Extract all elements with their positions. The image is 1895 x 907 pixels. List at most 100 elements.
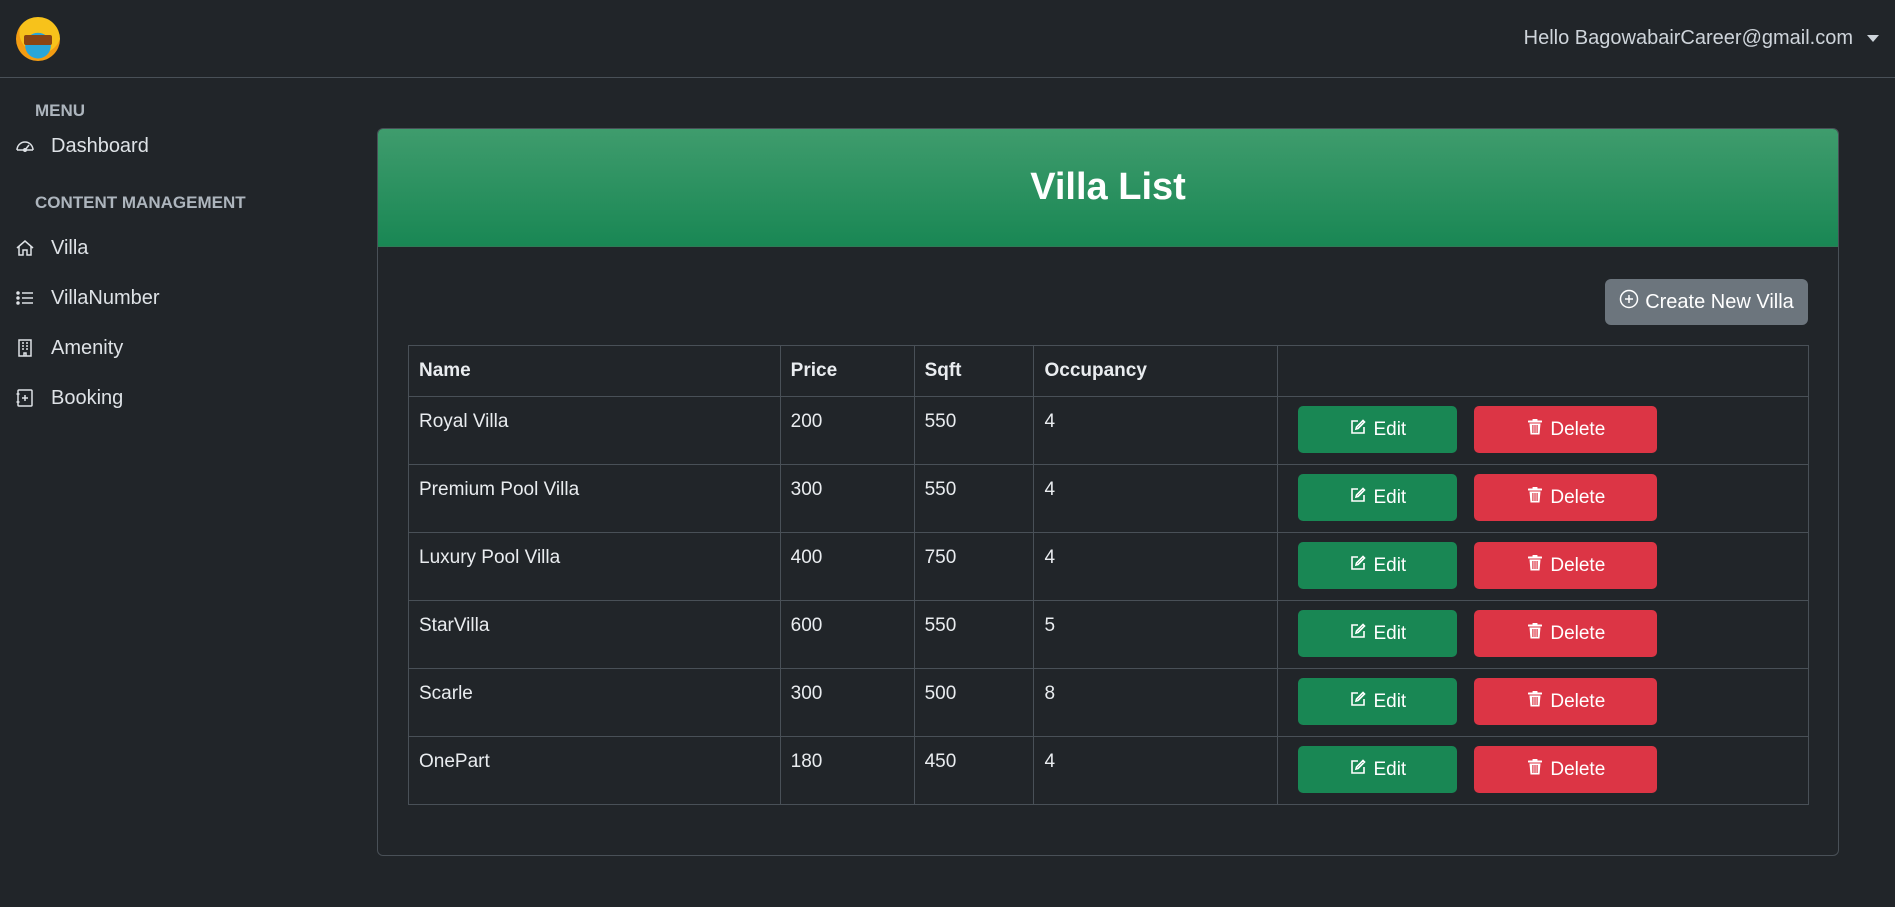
card-header: Villa List bbox=[378, 129, 1838, 247]
delete-button[interactable]: Delete bbox=[1474, 678, 1658, 725]
plus-circle-icon bbox=[1619, 289, 1639, 315]
delete-button[interactable]: Delete bbox=[1474, 746, 1658, 793]
edit-button[interactable]: Edit bbox=[1298, 610, 1458, 657]
villa-sqft-cell: 450 bbox=[913, 736, 1035, 805]
villa-sqft-cell: 550 bbox=[913, 464, 1035, 533]
row-actions-cell: Edit Delete bbox=[1277, 532, 1809, 601]
villa-occupancy-cell: 4 bbox=[1033, 464, 1279, 533]
edit-label: Edit bbox=[1373, 690, 1407, 712]
content-management-title: CONTENT MANAGEMENT bbox=[35, 193, 246, 212]
sidebar: MENU Dashboard CONTENT MANAGEMENT Villa … bbox=[0, 79, 340, 423]
villa-sqft-cell: 500 bbox=[913, 668, 1035, 737]
edit-label: Edit bbox=[1373, 486, 1407, 508]
speedometer-icon bbox=[15, 136, 35, 156]
villa-occupancy-cell: 5 bbox=[1033, 600, 1279, 669]
villa-sqft-cell: 750 bbox=[913, 532, 1035, 601]
column-header-price: Price bbox=[779, 345, 915, 397]
trash-icon bbox=[1526, 418, 1544, 442]
pencil-square-icon bbox=[1349, 418, 1367, 442]
page-title: Villa List bbox=[1030, 166, 1186, 208]
table-row: StarVilla 600 550 5 Edit Delete bbox=[408, 600, 1809, 669]
edit-label: Edit bbox=[1373, 554, 1407, 576]
user-dropdown[interactable]: Hello BagowabairCareer@gmail.com bbox=[1524, 27, 1879, 50]
villa-name-cell: Premium Pool Villa bbox=[408, 464, 781, 533]
table-body: Royal Villa 200 550 4 Edit Delete Premiu… bbox=[408, 396, 1809, 805]
table-row: OnePart 180 450 4 Edit Delete bbox=[408, 736, 1809, 805]
table-header-row: Name Price Sqft Occupancy bbox=[408, 345, 1809, 397]
pencil-square-icon bbox=[1349, 554, 1367, 578]
create-new-villa-button[interactable]: Create New Villa bbox=[1605, 279, 1808, 325]
top-navbar: Hello BagowabairCareer@gmail.com bbox=[0, 0, 1895, 78]
table-row: Scarle 300 500 8 Edit Delete bbox=[408, 668, 1809, 737]
list-icon bbox=[15, 288, 35, 308]
villa-price-cell: 400 bbox=[779, 532, 915, 601]
edit-label: Edit bbox=[1373, 758, 1407, 780]
row-actions-cell: Edit Delete bbox=[1277, 668, 1809, 737]
trash-icon bbox=[1526, 622, 1544, 646]
delete-label: Delete bbox=[1550, 690, 1606, 712]
delete-label: Delete bbox=[1550, 554, 1606, 576]
villa-price-cell: 300 bbox=[779, 668, 915, 737]
sidebar-item-label: Amenity bbox=[51, 336, 124, 359]
pencil-square-icon bbox=[1349, 758, 1367, 782]
trash-icon bbox=[1526, 554, 1544, 578]
brand-logo[interactable] bbox=[16, 16, 60, 61]
column-header-sqft: Sqft bbox=[913, 345, 1035, 397]
villa-occupancy-cell: 4 bbox=[1033, 396, 1279, 465]
column-header-name: Name bbox=[408, 345, 781, 397]
sidebar-item-booking[interactable]: Booking bbox=[0, 373, 340, 423]
pencil-square-icon bbox=[1349, 690, 1367, 714]
pencil-square-icon bbox=[1349, 486, 1367, 510]
villa-price-cell: 180 bbox=[779, 736, 915, 805]
edit-button[interactable]: Edit bbox=[1298, 406, 1458, 453]
sidebar-item-label: Booking bbox=[51, 386, 124, 409]
create-button-label: Create New Villa bbox=[1645, 290, 1794, 313]
delete-button[interactable]: Delete bbox=[1474, 474, 1658, 521]
sidebar-item-dashboard[interactable]: Dashboard bbox=[0, 121, 340, 171]
edit-button[interactable]: Edit bbox=[1298, 746, 1458, 793]
sidebar-item-label: VillaNumber bbox=[51, 286, 160, 309]
row-actions-cell: Edit Delete bbox=[1277, 464, 1809, 533]
villa-name-cell: Scarle bbox=[408, 668, 781, 737]
chevron-down-icon[interactable] bbox=[1867, 35, 1879, 42]
delete-button[interactable]: Delete bbox=[1474, 610, 1658, 657]
delete-label: Delete bbox=[1550, 418, 1606, 440]
user-greeting[interactable]: Hello BagowabairCareer@gmail.com bbox=[1524, 27, 1853, 50]
sidebar-item-label: Villa bbox=[51, 236, 89, 259]
delete-button[interactable]: Delete bbox=[1474, 406, 1658, 453]
delete-label: Delete bbox=[1550, 486, 1606, 508]
villa-price-cell: 600 bbox=[779, 600, 915, 669]
table-row: Royal Villa 200 550 4 Edit Delete bbox=[408, 396, 1809, 465]
trash-icon bbox=[1526, 758, 1544, 782]
villa-sqft-cell: 550 bbox=[913, 600, 1035, 669]
edit-button[interactable]: Edit bbox=[1298, 474, 1458, 521]
villa-occupancy-cell: 4 bbox=[1033, 532, 1279, 601]
villa-name-cell: Royal Villa bbox=[408, 396, 781, 465]
column-header-actions bbox=[1277, 345, 1809, 397]
sidebar-item-villanumber[interactable]: VillaNumber bbox=[0, 273, 340, 323]
trash-icon bbox=[1526, 486, 1544, 510]
delete-button[interactable]: Delete bbox=[1474, 542, 1658, 589]
delete-label: Delete bbox=[1550, 758, 1606, 780]
house-icon bbox=[15, 238, 35, 258]
villa-price-cell: 300 bbox=[779, 464, 915, 533]
sidebar-item-villa[interactable]: Villa bbox=[0, 223, 340, 273]
pencil-square-icon bbox=[1349, 622, 1367, 646]
villa-occupancy-cell: 8 bbox=[1033, 668, 1279, 737]
villa-sqft-cell: 550 bbox=[913, 396, 1035, 465]
delete-label: Delete bbox=[1550, 622, 1606, 644]
edit-label: Edit bbox=[1373, 418, 1407, 440]
villa-price-cell: 200 bbox=[779, 396, 915, 465]
table-row: Premium Pool Villa 300 550 4 Edit Delete bbox=[408, 464, 1809, 533]
sidebar-item-label: Dashboard bbox=[51, 134, 149, 157]
villa-name-cell: OnePart bbox=[408, 736, 781, 805]
villa-name-cell: Luxury Pool Villa bbox=[408, 532, 781, 601]
sidebar-item-amenity[interactable]: Amenity bbox=[0, 323, 340, 373]
edit-button[interactable]: Edit bbox=[1298, 542, 1458, 589]
row-actions-cell: Edit Delete bbox=[1277, 600, 1809, 669]
edit-button[interactable]: Edit bbox=[1298, 678, 1458, 725]
calendar-plus-icon bbox=[15, 388, 35, 408]
table-row: Luxury Pool Villa 400 750 4 Edit Delete bbox=[408, 532, 1809, 601]
column-header-occupancy: Occupancy bbox=[1033, 345, 1279, 397]
edit-label: Edit bbox=[1373, 622, 1407, 644]
